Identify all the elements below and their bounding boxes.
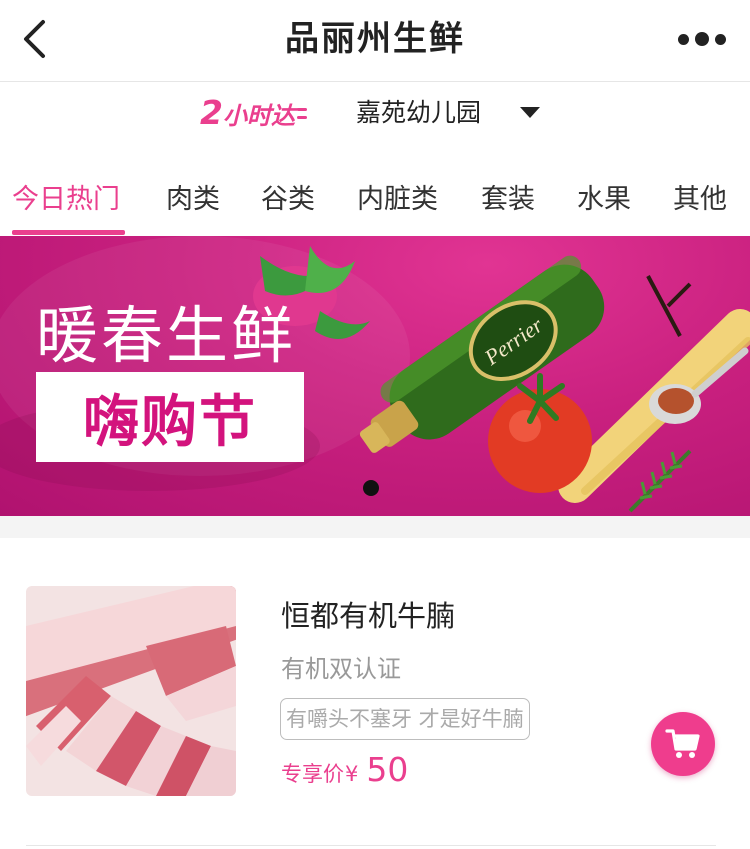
price-label: 专享价 xyxy=(281,762,344,786)
more-dots-icon xyxy=(678,33,689,45)
cart-icon xyxy=(665,729,700,758)
rosemary-image xyxy=(628,449,692,513)
category-tabs: 今日热门 肉类 谷类 内脏类 套装 水果 其他 xyxy=(0,170,750,236)
product-name[interactable]: 恒都有机牛腩 xyxy=(281,596,455,636)
more-button[interactable] xyxy=(678,24,726,54)
product-certification: 有机双认证 xyxy=(281,655,401,683)
price-value: 50 xyxy=(366,750,409,789)
product-tagline: 有嚼头不塞牙 才是好牛腩 xyxy=(280,698,530,740)
banner-headline: 暖春生鲜 xyxy=(36,299,297,372)
product-price: 专享价 ¥ 50 xyxy=(281,750,408,794)
beef-brisket-image xyxy=(26,586,236,796)
delivery-bar: 2 小时达 嘉苑幼儿园 xyxy=(0,82,750,146)
more-dots-icon-dot xyxy=(695,32,709,46)
tab-fruit[interactable]: 水果 xyxy=(577,170,631,232)
tab-grain[interactable]: 谷类 xyxy=(261,170,315,232)
promo-banner[interactable]: Perrier 暖春生鲜 嗨购节 xyxy=(0,236,750,516)
nav-header: 品丽州生鲜 xyxy=(0,0,750,82)
location-select[interactable]: 嘉苑幼儿园 xyxy=(356,96,481,130)
banner-highlight: 嗨购节 xyxy=(83,389,257,455)
carousel-indicator-dot[interactable] xyxy=(363,480,379,496)
tab-hot-today[interactable]: 今日热门 xyxy=(12,170,120,232)
page-title: 品丽州生鲜 xyxy=(285,19,465,59)
product-image[interactable] xyxy=(26,586,236,796)
active-tab-indicator xyxy=(12,230,125,235)
speed-lines-icon xyxy=(296,103,307,124)
tab-offal[interactable]: 内脏类 xyxy=(357,170,438,232)
delivery-badge-text: 小时达 xyxy=(222,102,295,130)
delivery-badge: 2 小时达 xyxy=(200,96,307,130)
add-to-cart-button[interactable] xyxy=(651,712,715,776)
tab-set[interactable]: 套装 xyxy=(481,170,535,232)
list-divider xyxy=(26,845,716,846)
more-dots-icon-dot xyxy=(715,33,726,45)
tab-other[interactable]: 其他 xyxy=(673,170,727,232)
product-card[interactable]: 恒都有机牛腩 有机双认证 有嚼头不塞牙 才是好牛腩 专享价 ¥ 50 xyxy=(0,538,750,846)
section-divider xyxy=(0,516,750,538)
caret-down-icon[interactable] xyxy=(520,107,540,118)
banner-highlight-box: 嗨购节 xyxy=(36,372,304,462)
tab-meat[interactable]: 肉类 xyxy=(166,170,220,232)
delivery-badge-number: 2 xyxy=(200,93,223,132)
price-currency: ¥ xyxy=(345,762,359,786)
